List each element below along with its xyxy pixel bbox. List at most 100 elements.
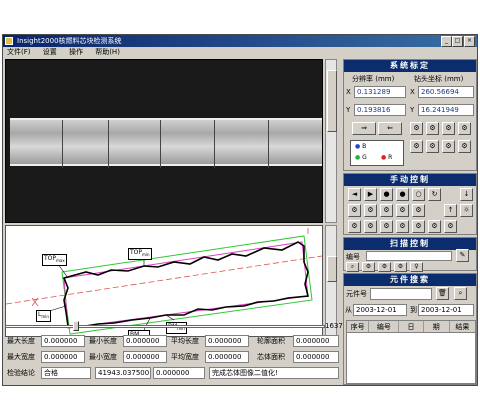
tool-icon[interactable]: ⚙ xyxy=(442,122,455,135)
result-value: 0.000000 xyxy=(293,351,339,363)
result-value: 0.000000 xyxy=(123,351,167,363)
play-button[interactable]: ▶ xyxy=(364,188,377,201)
extra-value: 0.000000 xyxy=(153,367,205,379)
resolution-label: 分辨率 (mm) xyxy=(352,75,395,83)
result-label: 最大宽度 xyxy=(7,353,35,361)
menu-operate[interactable]: 操作 xyxy=(69,48,83,56)
down-arrow-button[interactable]: ↓ xyxy=(460,188,473,201)
gear-icon[interactable]: ⚙ xyxy=(412,220,425,233)
menu-settings[interactable]: 设置 xyxy=(43,48,57,56)
delete-icon[interactable]: 🗑 xyxy=(436,287,449,300)
label-top-max: TOPmax xyxy=(42,254,67,267)
contour-plot-svg xyxy=(5,228,323,335)
window-title: Insight2000核燃料芯块检测系统 xyxy=(17,37,122,45)
col-day[interactable]: 日 xyxy=(399,321,424,332)
light-button[interactable]: ● xyxy=(380,188,393,201)
tool-icon[interactable]: ⚙ xyxy=(362,262,375,272)
col-period[interactable]: 期 xyxy=(424,321,450,332)
gear-icon[interactable]: ⚙ xyxy=(380,220,393,233)
tool-icon[interactable]: ⚙ xyxy=(458,140,471,153)
col-result[interactable]: 结果 xyxy=(450,321,475,332)
result-label: 最大长度 xyxy=(7,337,35,345)
tool-icon[interactable]: ⚙ xyxy=(458,122,471,135)
slider-track xyxy=(5,325,325,328)
result-value: 0.000000 xyxy=(293,335,339,347)
to-label: 到 xyxy=(410,306,417,314)
gear-icon[interactable]: ⚙ xyxy=(396,220,409,233)
sun-icon[interactable]: ☼ xyxy=(460,204,473,217)
scan-icon[interactable]: ✎ xyxy=(456,249,469,262)
gear-icon[interactable]: ⚙ xyxy=(444,220,457,233)
y-coordinate-field[interactable]: 16.241949 xyxy=(418,104,474,116)
manual-control-title: 手动控制 xyxy=(344,174,476,186)
move-left-button[interactable]: ◄ xyxy=(348,188,361,201)
tool-icon[interactable]: ⚙ xyxy=(442,140,455,153)
gear-icon[interactable]: ⚙ xyxy=(364,220,377,233)
maximize-icon[interactable]: □ xyxy=(452,36,463,47)
calibration-panel: 系统标定 分辨率 (mm) 钻头坐标 (mm) X 0.131289 X 260… xyxy=(343,59,477,171)
number-field[interactable] xyxy=(366,251,452,261)
light-button[interactable]: ● xyxy=(396,188,409,201)
person-icon[interactable]: ♀ xyxy=(410,262,423,272)
x-label: X xyxy=(410,88,415,96)
calibrate-back-button[interactable]: ⇐ xyxy=(378,122,402,135)
col-index[interactable]: 序号 xyxy=(347,321,370,332)
main-window: Insight2000核燃料芯块检测系统 _ □ × 文件(F) 设置 操作 帮… xyxy=(2,34,478,386)
gear-icon[interactable]: ⚙ xyxy=(364,204,377,217)
tool-icon[interactable]: ⚙ xyxy=(410,140,423,153)
tool-icon[interactable]: ⚙ xyxy=(394,262,407,272)
channel-r: ● R xyxy=(381,154,393,161)
to-date-select[interactable]: 2003-12-01 xyxy=(418,304,474,316)
status-message: 完成芯体图像二值化! xyxy=(209,367,339,379)
position-slider[interactable] xyxy=(5,321,325,331)
search-icon[interactable]: ⌕ xyxy=(454,287,467,300)
rotate-icon[interactable]: ↻ xyxy=(428,188,441,201)
close-icon[interactable]: × xyxy=(464,36,475,47)
up-arrow-button[interactable]: ↑ xyxy=(444,204,457,217)
result-label: 芯体面积 xyxy=(257,353,285,361)
measurement-panel: 最大长度 0.000000 最小长度 0.000000 平均长度 0.00000… xyxy=(5,335,341,385)
manual-buttons: ◄ ▶ ● ● ○ ↻ ↓ ⚙ ⚙ ⚙ ⚙ ⚙ ↑ ☼ ⚙ ⚙ ⚙ ⚙ ⚙ ⚙ … xyxy=(348,188,476,234)
gear-icon[interactable]: ⚙ xyxy=(348,220,361,233)
search-icon[interactable]: ⌕ xyxy=(346,262,359,272)
scroll-thumb[interactable] xyxy=(327,256,337,282)
x-coordinate-field[interactable]: 260.56694 xyxy=(418,86,474,98)
viewer-vertical-scrollbar[interactable] xyxy=(325,59,337,223)
file-search-panel: 元件搜索 元件号 🗑 ⌕ 从 2003-12-01 到 2003-12-01 序… xyxy=(343,273,477,385)
scan-control-panel: 扫描控制 编号 ✎ ⌕ ⚙ ⚙ ⚙ ♀ xyxy=(343,237,477,272)
gear-icon[interactable]: ⚙ xyxy=(380,204,393,217)
result-value: 0.000000 xyxy=(205,351,249,363)
file-search-title: 元件搜索 xyxy=(344,274,476,286)
tool-icon[interactable]: ⚙ xyxy=(410,122,423,135)
menu-help[interactable]: 帮助(H) xyxy=(95,48,120,56)
col-number[interactable]: 编号 xyxy=(369,321,400,332)
title-bar: Insight2000核燃料芯块检测系统 _ □ × xyxy=(3,35,477,47)
gear-icon[interactable]: ⚙ xyxy=(412,204,425,217)
slider-thumb[interactable] xyxy=(73,321,79,331)
gear-icon[interactable]: ⚙ xyxy=(396,204,409,217)
tool-icon[interactable]: ⚙ xyxy=(426,122,439,135)
label-top-min: TOPmin xyxy=(128,248,152,261)
from-label: 从 xyxy=(345,306,352,314)
from-date-select[interactable]: 2003-12-01 xyxy=(353,304,407,316)
calibration-title: 系统标定 xyxy=(344,60,476,72)
results-table: 序号 编号 日 期 结果 xyxy=(346,320,476,384)
table-header: 序号 编号 日 期 结果 xyxy=(347,321,475,333)
element-number-field[interactable] xyxy=(370,288,432,300)
pellet-rod-image xyxy=(10,118,322,168)
y-resolution-field[interactable]: 0.193816 xyxy=(354,104,406,116)
tool-icon[interactable]: ⚙ xyxy=(426,140,439,153)
tool-icon[interactable]: ⚙ xyxy=(378,262,391,272)
stop-button[interactable]: ○ xyxy=(412,188,425,201)
result-label: 平均宽度 xyxy=(171,353,199,361)
drill-coord-label: 钻头坐标 (mm) xyxy=(414,75,464,83)
calibrate-arrow-button[interactable]: ⇒ xyxy=(352,122,376,135)
x-resolution-field[interactable]: 0.131289 xyxy=(354,86,406,98)
gear-icon[interactable]: ⚙ xyxy=(428,220,441,233)
scroll-thumb[interactable] xyxy=(327,70,337,132)
result-label: 最小宽度 xyxy=(89,353,117,361)
envelope-outer xyxy=(61,235,313,335)
menu-file[interactable]: 文件(F) xyxy=(7,48,31,56)
gear-icon[interactable]: ⚙ xyxy=(348,204,361,217)
minimize-icon[interactable]: _ xyxy=(441,36,452,47)
